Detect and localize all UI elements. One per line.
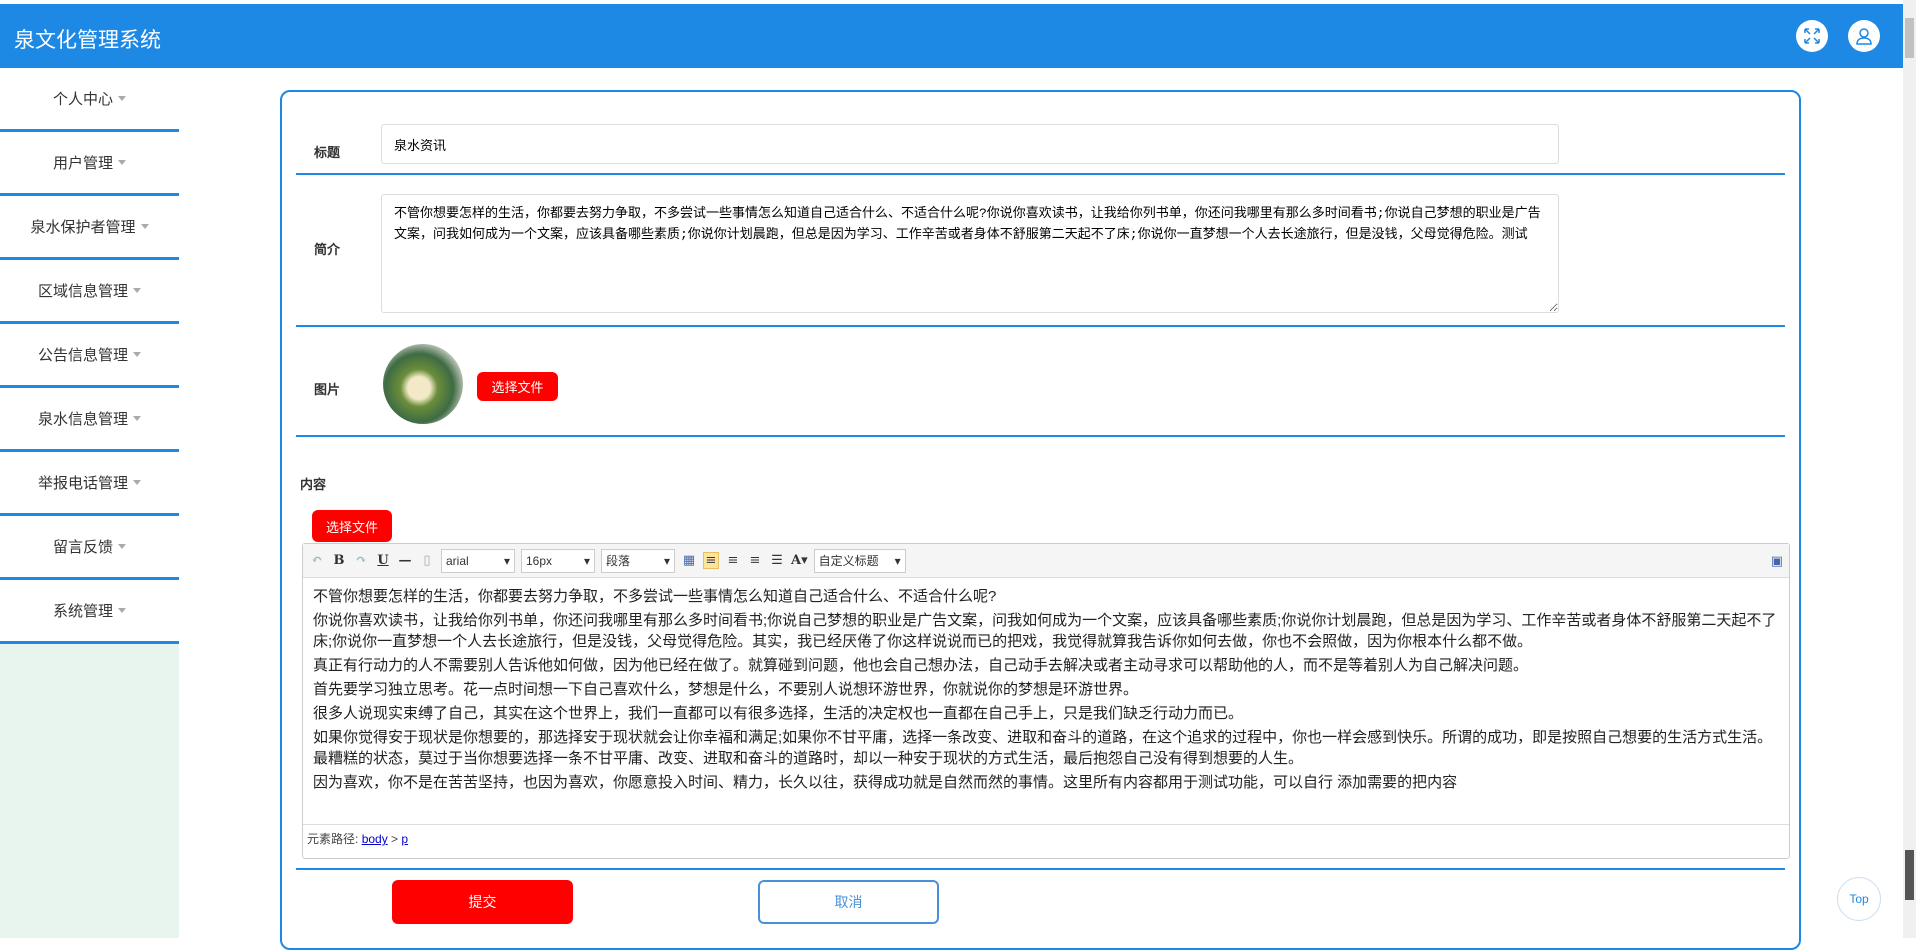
paragraph: 真正有行动力的人不需要别人告诉他如何做，因为他已经在做了。就算碰到问题，他也会自…	[313, 657, 1529, 674]
sidebar-item-label: 公告信息管理	[37, 347, 128, 364]
title-row: 标题	[296, 92, 1785, 175]
submit-button[interactable]: 提交	[392, 880, 573, 924]
caret-down-icon	[118, 608, 126, 617]
bold-icon[interactable]: B	[331, 553, 347, 568]
undo-icon[interactable]: ↶	[309, 553, 325, 568]
page-icon[interactable]: ▯	[419, 553, 435, 568]
font-color-icon[interactable]: A▾	[791, 553, 808, 568]
sidebar-item[interactable]: 个人中心	[0, 68, 179, 132]
font-family-select[interactable]: arial ▾	[441, 548, 515, 573]
sidebar-item-label: 个人中心	[52, 91, 113, 108]
custom-title-select[interactable]: 自定义标题 ▾	[813, 548, 906, 573]
horizontal-rule-icon[interactable]: —	[397, 553, 413, 568]
paragraph: 首先要学习独立思考。花一点时间想一下自己喜欢什么，梦想是什么，不要别人说想环游世…	[313, 681, 1139, 698]
paragraph: 你说你喜欢读书，让我给你列书单，你还问我哪里有那么多时间看书;你说自己梦想的职业…	[313, 612, 1777, 650]
align-left-icon[interactable]: ≡	[703, 552, 719, 569]
edit-form: 标题 简介 不管你想要怎样的生活，你都要去努力争取，不多尝试一些事情怎么知道自己…	[280, 90, 1801, 950]
app-header: 泉文化管理系统	[0, 4, 1903, 68]
title-input[interactable]	[381, 124, 1559, 164]
editor-toolbar: ↶ B ↷ U — ▯ arial ▾ 16px ▾ 段落 ▾ ▦ ≡ ≡ ≡ ☰ A…	[303, 544, 1789, 578]
sidebar-item-label: 举报电话管理	[37, 475, 128, 492]
sidebar-item[interactable]: 举报电话管理	[0, 452, 179, 516]
caret-down-icon	[118, 544, 126, 553]
caret-down-icon	[133, 416, 141, 425]
fullscreen-editor-icon[interactable]: ▣	[1771, 553, 1783, 569]
sidebar-item-label: 用户管理	[52, 155, 113, 172]
caret-down-icon	[118, 96, 126, 105]
divider	[296, 868, 1785, 870]
preview-image	[383, 344, 463, 424]
sidebar-item-label: 系统管理	[52, 603, 113, 620]
sidebar-item-label: 泉水保护者管理	[30, 219, 136, 236]
underline-icon[interactable]: U	[375, 553, 391, 568]
sidebar-item-label: 区域信息管理	[37, 283, 128, 300]
sidebar: 个人中心用户管理泉水保护者管理 区域信息管理 公告信息管理 泉水信息管理 举报电话管理留…	[0, 68, 179, 938]
user-icon[interactable]	[1848, 20, 1880, 52]
title-label: 标题	[314, 145, 341, 160]
image-label: 图片	[314, 382, 341, 397]
cancel-button[interactable]: 取消	[758, 880, 939, 924]
sidebar-item[interactable]: 公告信息管理	[0, 324, 179, 388]
image-row: 图片 选择文件	[296, 327, 1785, 437]
sidebar-item-label: 留言反馈	[52, 539, 113, 556]
intro-row: 简介 不管你想要怎样的生活，你都要去努力争取，不多尝试一些事情怎么知道自己适合什…	[296, 175, 1785, 327]
caret-down-icon	[133, 480, 141, 489]
sidebar-item[interactable]: 系统管理	[0, 580, 179, 644]
caret-down-icon	[140, 224, 149, 233]
paragraph: 因为喜欢，你不是在苦苦坚持，也因为喜欢，你愿意投入时间、精力，长久以往，获得成功…	[313, 774, 1458, 791]
font-size-select[interactable]: 16px ▾	[521, 548, 595, 573]
content-choose-file-button[interactable]: 选择文件	[312, 510, 392, 542]
path-p-link[interactable]: p	[401, 832, 408, 846]
sidebar-item[interactable]: 留言反馈	[0, 516, 179, 580]
caret-down-icon	[133, 352, 141, 361]
align-center-icon[interactable]: ≡	[747, 553, 763, 568]
caret-down-icon	[118, 160, 126, 169]
paragraph: 很多人说现实束缚了自己，其实在这个世界上，我们一直都可以有很多选择，生活的决定权…	[313, 705, 1244, 722]
rich-text-editor: ↶ B ↷ U — ▯ arial ▾ 16px ▾ 段落 ▾ ▦ ≡ ≡ ≡ ☰ A…	[302, 543, 1790, 859]
caret-down-icon	[133, 288, 141, 297]
choose-file-button[interactable]: 选择文件	[477, 372, 558, 401]
fullscreen-icon[interactable]	[1796, 20, 1828, 52]
back-to-top-button[interactable]: Top	[1837, 877, 1881, 921]
editor-content[interactable]: 不管你想要怎样的生活，你都要去努力争取，不多尝试一些事情怎么知道自己适合什么、不…	[303, 578, 1789, 824]
table-icon[interactable]: ▦	[681, 553, 697, 568]
sidebar-item[interactable]: 区域信息管理	[0, 260, 179, 324]
redo-icon[interactable]: ↷	[353, 553, 369, 568]
sidebar-item-label: 泉水信息管理	[37, 411, 128, 428]
align-justify-icon[interactable]: ☰	[769, 553, 785, 568]
paragraph: 不管你想要怎样的生活，你都要去努力争取，不多尝试一些事情怎么知道自己适合什么、不…	[313, 588, 997, 605]
app-title: 泉文化管理系统	[14, 29, 161, 52]
sidebar-item[interactable]: 泉水保护者管理	[0, 196, 179, 260]
content-label: 内容	[300, 477, 327, 492]
sidebar-item[interactable]: 泉水信息管理	[0, 388, 179, 452]
sidebar-item[interactable]: 用户管理	[0, 132, 179, 196]
paragraph: 如果你觉得安于现状是你想要的，那选择安于现状就会让你幸福和满足;如果你不甘平庸，…	[313, 729, 1773, 767]
align-right-icon[interactable]: ≡	[725, 553, 741, 568]
page-scrollbar[interactable]	[1903, 0, 1916, 938]
intro-textarea[interactable]: 不管你想要怎样的生活，你都要去努力争取，不多尝试一些事情怎么知道自己适合什么、不…	[381, 194, 1559, 313]
intro-label: 简介	[314, 242, 341, 257]
element-path: 元素路径: body > p	[303, 824, 1789, 852]
paragraph-select[interactable]: 段落 ▾	[601, 548, 675, 573]
path-body-link[interactable]: body	[362, 832, 388, 846]
